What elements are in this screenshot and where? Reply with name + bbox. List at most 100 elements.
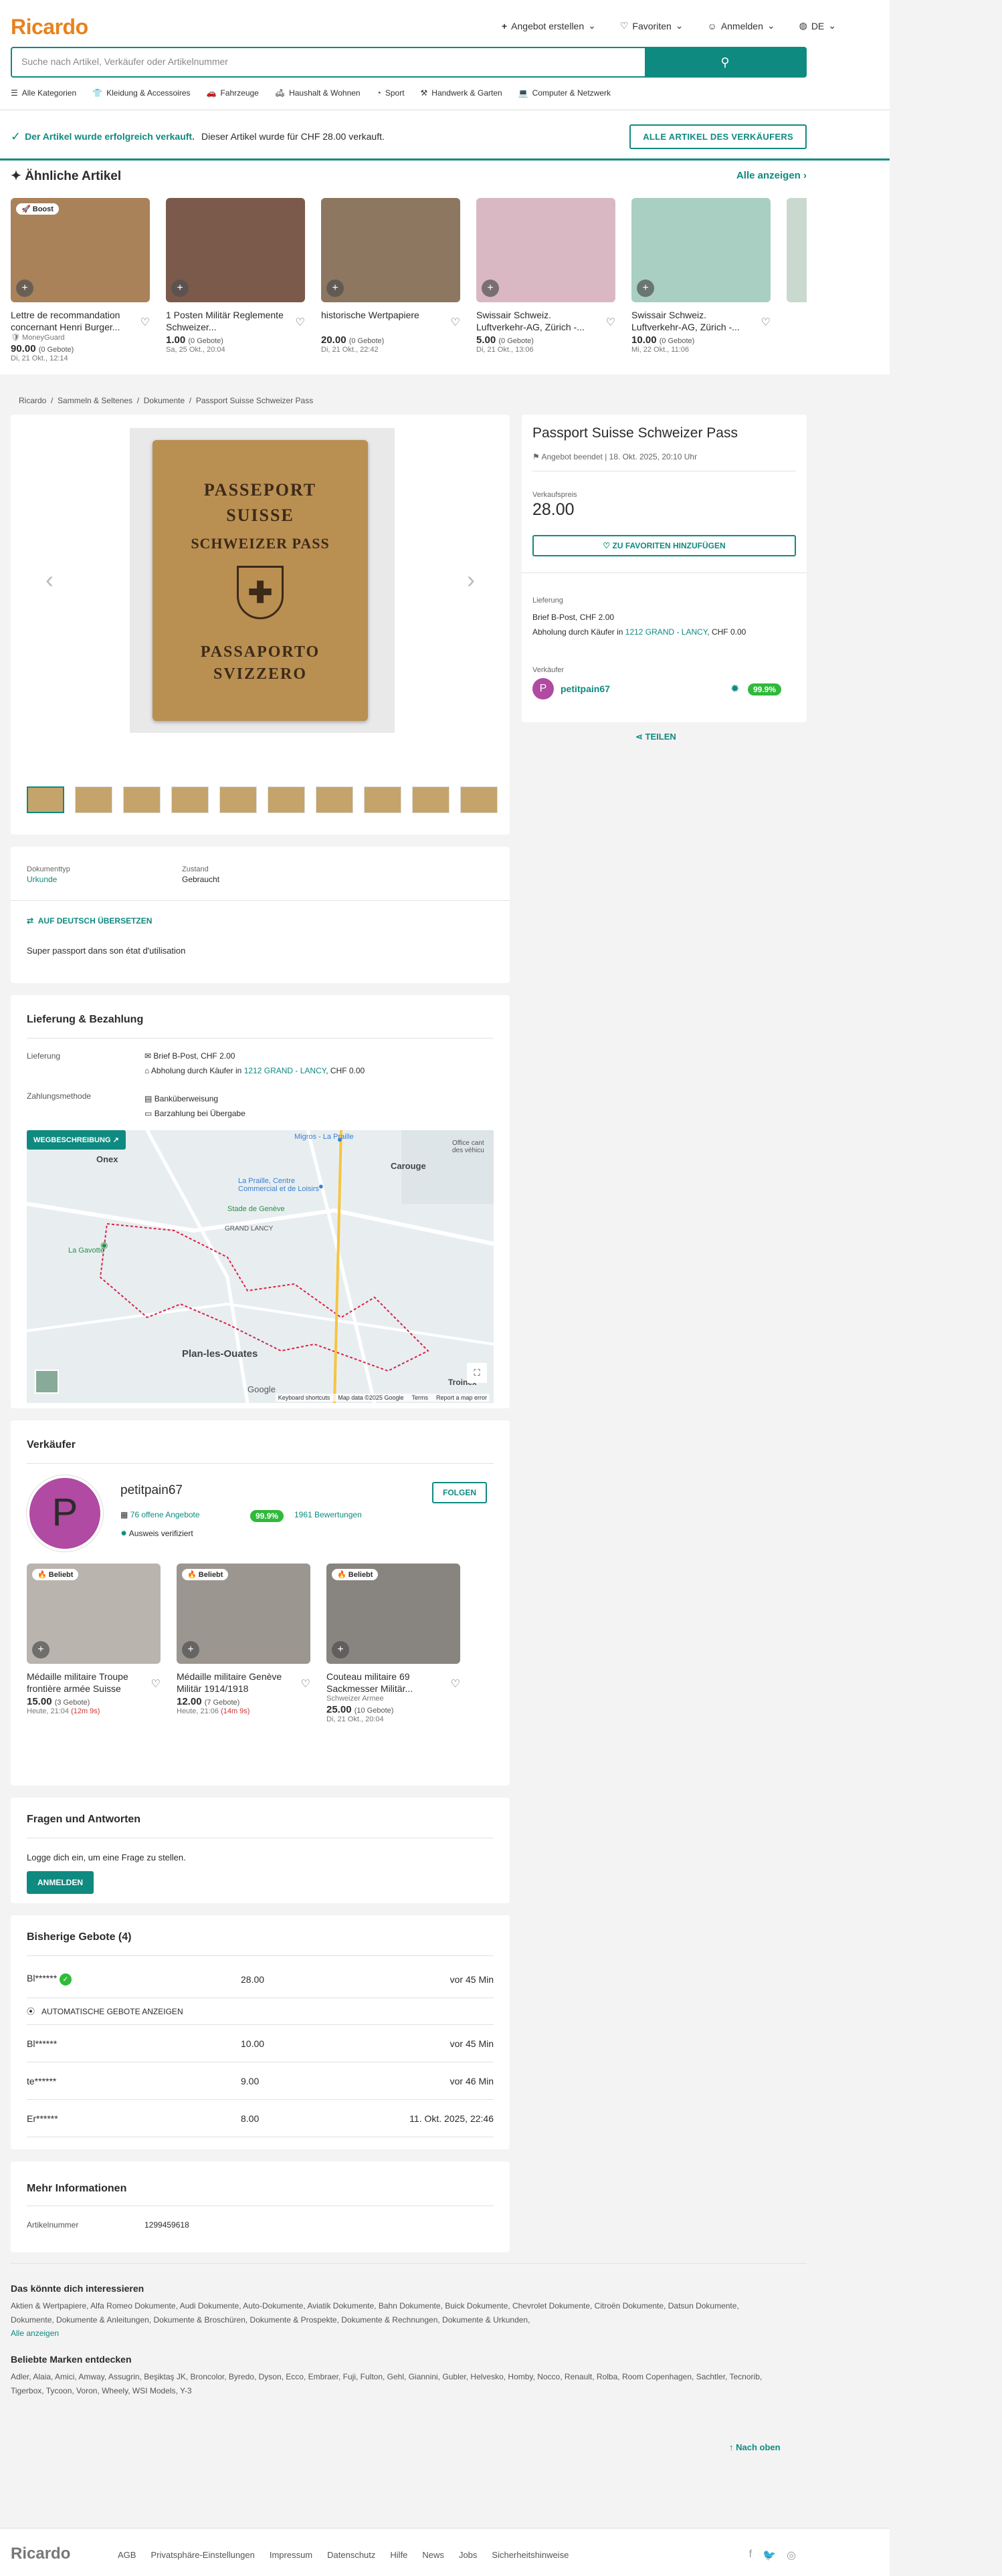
card-title[interactable]: 1 Posten Militär Reglemente Schweizer... <box>166 309 286 333</box>
breadcrumb-item[interactable]: Sammeln & Seltenes <box>58 396 132 405</box>
thumbnail[interactable] <box>364 786 401 813</box>
heart-icon[interactable]: ♡ <box>301 1677 310 1691</box>
brand-links[interactable]: Adler, Alaia, Amici, Amway, Assugrin, Be… <box>11 2370 773 2398</box>
plus-icon[interactable]: + <box>171 280 189 297</box>
login-button[interactable]: ANMELDEN <box>27 1871 94 1894</box>
product-card[interactable]: 🚀 Boost + Lettre de recommandation conce… <box>11 198 150 362</box>
thumbnail[interactable] <box>316 786 353 813</box>
follow-button[interactable]: FOLGEN <box>432 1482 487 1503</box>
product-image[interactable]: + <box>476 198 615 302</box>
interest-links[interactable]: Aktien & Wertpapiere, Alfa Romeo Dokumen… <box>11 2299 773 2327</box>
open-offers-link[interactable]: 76 offene Angebote <box>130 1510 200 1519</box>
plus-icon[interactable]: + <box>182 1641 199 1658</box>
fullscreen-icon[interactable]: ⛶ <box>467 1363 487 1383</box>
product-image[interactable]: 🔥 Beliebt + <box>27 1564 161 1664</box>
main-image[interactable]: PASSEPORT SUISSE SCHWEIZER PASS ✚ PASSAP… <box>130 428 395 733</box>
translate-button[interactable]: ⇄ AUF DEUTSCH ÜBERSETZEN <box>27 916 152 926</box>
footer-link[interactable]: Hilfe <box>390 2550 407 2560</box>
product-card[interactable]: 🔥 Beliebt + Couteau militaire 69 Sackmess… <box>326 1564 460 1723</box>
ricardo-logo[interactable]: Ricardo <box>11 15 88 39</box>
directions-button[interactable]: WEGBESCHREIBUNG ↗ <box>27 1130 126 1150</box>
thumbnail[interactable] <box>75 786 112 813</box>
map-footer-link[interactable]: Keyboard shortcuts <box>278 1394 330 1401</box>
create-offer-link[interactable]: + Angebot erstellen ⌄ <box>502 20 596 31</box>
heart-icon[interactable]: ♡ <box>296 316 305 329</box>
heart-icon[interactable]: ♡ <box>451 316 460 329</box>
search-button[interactable]: ⚲ <box>645 48 805 76</box>
product-image[interactable]: + <box>631 198 771 302</box>
add-favorite-button[interactable]: ♡ ZU FAVORITEN HINZUFÜGEN <box>532 535 796 556</box>
twitter-icon[interactable]: 🐦 <box>763 2549 776 2562</box>
footer-link[interactable]: Jobs <box>459 2550 477 2560</box>
map[interactable]: WEGBESCHREIBUNG ↗ Onex Carouge La Praill… <box>27 1130 494 1403</box>
map-footer-link[interactable]: Report a map error <box>436 1394 487 1401</box>
seller-link[interactable]: petitpain67 <box>561 683 610 694</box>
all-seller-items-button[interactable]: ALLE ARTIKEL DES VERKÄUFERS <box>629 124 807 149</box>
pickup-location-link[interactable]: 1212 GRAND - LANCY <box>625 627 708 637</box>
auto-bids-toggle[interactable]: ⦿ AUTOMATISCHE GEBOTE ANZEIGEN <box>27 1998 494 2025</box>
plus-icon[interactable]: + <box>32 1641 49 1658</box>
pickup-location-link[interactable]: 1212 GRAND - LANCY <box>244 1066 326 1075</box>
plus-icon[interactable]: + <box>482 280 499 297</box>
footer-logo[interactable]: Ricardo <box>11 2545 70 2563</box>
search-input[interactable]: Suche nach Artikel, Verkäufer oder Artik… <box>12 48 645 76</box>
category-tools[interactable]: ⚒ Handwerk & Garten <box>421 88 502 98</box>
seller-avatar[interactable]: P <box>27 1475 103 1551</box>
reviews-link[interactable]: 1961 Bewertungen <box>294 1510 362 1519</box>
thumbnail[interactable] <box>171 786 209 813</box>
avatar[interactable]: P <box>532 678 554 700</box>
product-image[interactable]: 🔥 Beliebt + <box>177 1564 310 1664</box>
card-title[interactable]: historische Wertpapiere <box>321 309 441 333</box>
breadcrumb-item[interactable]: Dokumente <box>144 396 185 405</box>
plus-icon[interactable]: + <box>637 280 654 297</box>
share-button[interactable]: ⋖ TEILEN <box>635 732 676 742</box>
product-image[interactable]: + <box>166 198 305 302</box>
prev-arrow-icon[interactable]: ‹ <box>45 566 54 594</box>
plus-icon[interactable]: + <box>326 280 344 297</box>
category-computer[interactable]: 💻 Computer & Netzwerk <box>518 88 611 98</box>
footer-link[interactable]: Privatsphäre-Einstellungen <box>151 2550 254 2560</box>
footer-link[interactable]: Datenschutz <box>327 2550 375 2560</box>
facebook-icon[interactable]: f <box>749 2549 752 2562</box>
product-image[interactable]: 🚀 Boost + <box>11 198 150 302</box>
login-link[interactable]: ☺ Anmelden ⌄ <box>708 20 775 31</box>
card-title[interactable]: Swissair Schweiz. Luftverkehr-AG, Zürich… <box>631 309 752 333</box>
product-card-partial[interactable] <box>787 198 807 362</box>
thumbnail[interactable] <box>268 786 305 813</box>
heart-icon[interactable]: ♡ <box>761 316 771 329</box>
instagram-icon[interactable]: ◎ <box>787 2549 796 2562</box>
product-image[interactable]: + <box>321 198 460 302</box>
doc-type-value[interactable]: Urkunde <box>27 875 57 884</box>
thumbnail[interactable] <box>412 786 449 813</box>
category-all[interactable]: ☰ Alle Kategorien <box>11 88 76 98</box>
card-title[interactable]: Médaille militaire Genève Militär 1914/1… <box>177 1671 297 1695</box>
heart-icon[interactable]: ♡ <box>451 1677 460 1691</box>
language-select[interactable]: ◍ DE ⌄ <box>799 20 836 31</box>
card-title[interactable]: Swissair Schweiz. Luftverkehr-AG, Zürich… <box>476 309 597 333</box>
category-sport[interactable]: ◔ Sport <box>377 88 405 98</box>
breadcrumb-item[interactable]: Ricardo <box>19 396 46 405</box>
category-vehicles[interactable]: 🚗 Fahrzeuge <box>207 88 259 98</box>
seller-name[interactable]: petitpain67 <box>120 1483 183 1498</box>
product-card[interactable]: + historische Wertpapiere ♡ 20.00 (0 Geb… <box>321 198 460 362</box>
card-title[interactable]: Couteau militaire 69 Sackmesser Militär.… <box>326 1671 447 1695</box>
product-card[interactable]: + Swissair Schweiz. Luftverkehr-AG, Züri… <box>476 198 615 362</box>
thumbnail[interactable] <box>460 786 498 813</box>
product-image[interactable] <box>787 198 807 302</box>
product-image[interactable]: 🔥 Beliebt + <box>326 1564 460 1664</box>
favorites-link[interactable]: ♡ Favoriten ⌄ <box>620 20 684 31</box>
category-clothing[interactable]: 👕 Kleidung & Accessoires <box>92 88 190 98</box>
thumbnail[interactable] <box>219 786 257 813</box>
footer-link[interactable]: Impressum <box>270 2550 312 2560</box>
product-card[interactable]: 🔥 Beliebt + Médaille militaire Genève Mil… <box>177 1564 310 1723</box>
product-card[interactable]: + Swissair Schweiz. Luftverkehr-AG, Züri… <box>631 198 771 362</box>
map-layer-thumb[interactable] <box>35 1370 59 1394</box>
heart-icon[interactable]: ♡ <box>140 316 150 329</box>
footer-link[interactable]: News <box>422 2550 444 2560</box>
heart-icon[interactable]: ♡ <box>606 316 615 329</box>
back-to-top-link[interactable]: ↑ Nach oben <box>729 2442 781 2452</box>
card-title[interactable]: Lettre de recommandation concernant Henr… <box>11 309 131 333</box>
category-household[interactable]: 🛋 Haushalt & Wohnen <box>275 88 361 98</box>
footer-link[interactable]: Sicherheitshinweise <box>492 2550 569 2560</box>
show-all-link[interactable]: Alle anzeigen › <box>736 170 807 181</box>
